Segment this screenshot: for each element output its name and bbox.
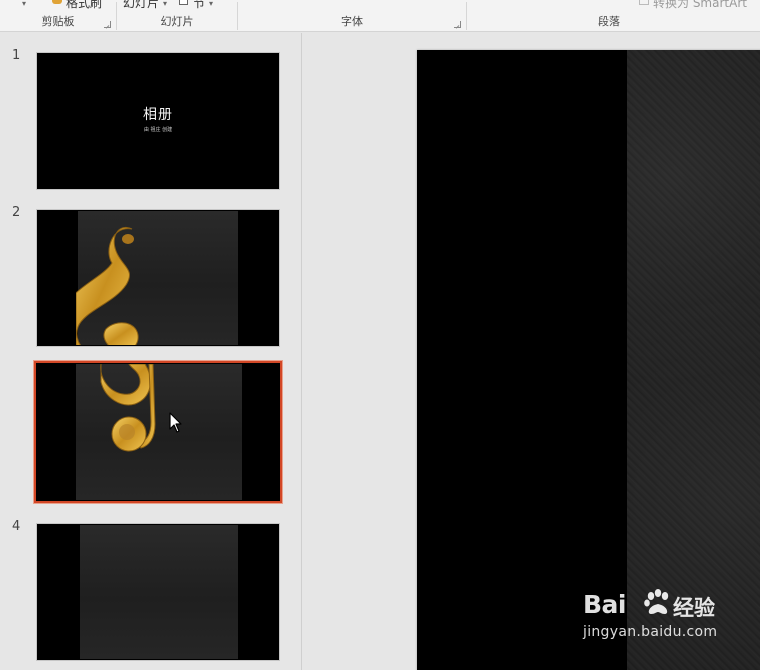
slide-editing-pane[interactable]	[303, 33, 760, 670]
treble-clef-top-image	[76, 227, 139, 345]
paste-dropdown-arrow[interactable]: ▾	[22, 0, 26, 8]
slide-thumbnail-3[interactable]	[34, 361, 282, 503]
watermark-brand-text: Bai	[583, 590, 627, 619]
slide-title-text: 相册	[143, 107, 173, 123]
slide-thumbnail-2[interactable]	[36, 209, 280, 347]
current-slide-canvas[interactable]	[417, 50, 760, 670]
section-dropdown-arrow[interactable]: ▾	[209, 0, 213, 8]
slides-group: 幻灯片 ▾ 节 ▾ 幻灯片	[117, 0, 237, 31]
background-texture	[80, 525, 238, 659]
slide-thumbnail-4[interactable]	[36, 523, 280, 661]
baidu-jingyan-watermark: Bai 经验 jingyan.baidu.com	[583, 586, 733, 656]
ribbon: ▾ 格式刷 剪贴板 幻灯片 ▾ 节 ▾ 幻灯片 字体 转换为 SmartArt …	[0, 0, 760, 32]
paragraph-group-label: 段落	[598, 15, 620, 28]
slide-subtitle-text: 由 祖庄 创建	[143, 127, 173, 133]
clipboard-group-label: 剪贴板	[41, 15, 75, 28]
slide-number: 2	[12, 205, 21, 220]
slide-thumbnail-pane[interactable]: 1 相册 由 祖庄 创建 2 4	[0, 33, 302, 670]
clipboard-dialog-launcher[interactable]	[104, 21, 111, 28]
section-icon[interactable]	[179, 0, 188, 5]
watermark-jingyan-text: 经验	[673, 596, 715, 620]
paw-icon	[644, 589, 669, 614]
font-dialog-launcher[interactable]	[454, 21, 461, 28]
font-group: 字体	[238, 0, 466, 31]
new-slide-dropdown-arrow[interactable]: ▾	[163, 0, 167, 8]
clipboard-group: ▾ 格式刷 剪贴板	[0, 0, 116, 31]
mouse-cursor-icon	[169, 412, 182, 433]
font-group-label: 字体	[341, 15, 363, 28]
watermark-url-text: jingyan.baidu.com	[583, 624, 718, 640]
background-texture	[627, 50, 760, 670]
new-slide-button[interactable]: 幻灯片	[123, 0, 159, 11]
slides-group-label: 幻灯片	[160, 15, 194, 28]
section-button[interactable]: 节	[193, 0, 205, 11]
paragraph-group: 转换为 SmartArt 段落	[467, 0, 760, 31]
slide-thumbnail-1[interactable]: 相册 由 祖庄 创建	[36, 52, 280, 190]
slide-number: 1	[12, 48, 21, 63]
treble-clef-bottom-image	[100, 364, 156, 452]
convert-to-smartart-button[interactable]: 转换为 SmartArt	[653, 0, 747, 11]
format-painter-icon[interactable]	[52, 0, 62, 4]
smartart-icon[interactable]	[639, 0, 649, 5]
format-painter-button[interactable]: 格式刷	[66, 0, 102, 11]
slide-number: 4	[12, 519, 21, 534]
